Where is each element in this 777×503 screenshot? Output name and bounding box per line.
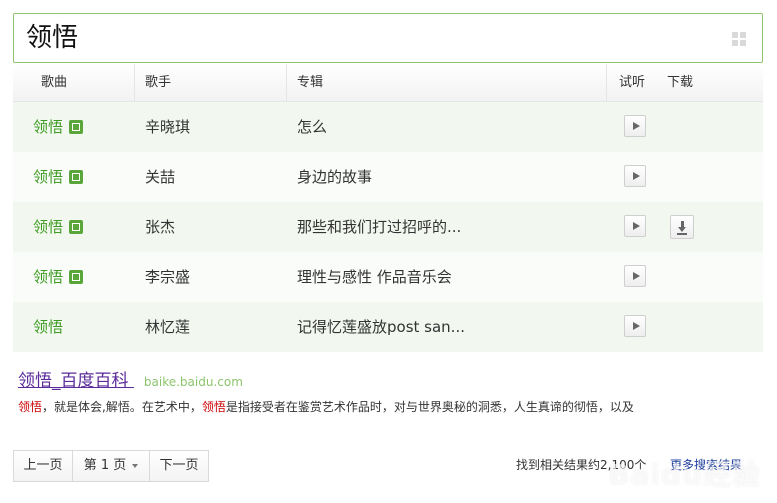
song-link[interactable]: 领悟 — [33, 302, 63, 352]
snippet-text: ，就是体会,解悟。在艺术中， — [42, 400, 202, 414]
prev-page-button[interactable]: 上一页 — [13, 450, 73, 482]
current-page-label: 第 1 页 — [83, 458, 127, 473]
table-row[interactable]: 领悟 李宗盛 理性与感性 作品音乐会 — [13, 252, 763, 302]
song-title: 领悟 — [33, 218, 64, 236]
album-name[interactable]: 理性与感性 作品音乐会 — [297, 252, 452, 302]
singer-name[interactable]: 辛晓琪 — [145, 102, 190, 152]
chevron-down-icon — [132, 463, 139, 468]
singer-name[interactable]: 张杰 — [145, 202, 175, 252]
play-button[interactable] — [624, 165, 646, 187]
album-name[interactable]: 记得忆莲盛放post san... — [297, 302, 465, 352]
table-row[interactable]: 领悟 林忆莲 记得忆莲盛放post san... — [13, 302, 763, 352]
singer-name[interactable]: 林忆莲 — [145, 302, 190, 352]
baike-title-suffix: _百度百科 — [52, 371, 129, 391]
album-name[interactable]: 身边的故事 — [297, 152, 372, 202]
download-icon — [677, 233, 687, 235]
album-name[interactable]: 那些和我们打过招呼的... — [297, 202, 461, 252]
snippet-keyword: 领悟 — [18, 400, 43, 414]
current-page-button[interactable]: 第 1 页 — [72, 450, 150, 482]
song-link[interactable]: 领悟 — [33, 152, 84, 202]
song-link[interactable]: 领悟 — [33, 102, 84, 152]
pager: 上一页 第 1 页 下一页 — [13, 450, 209, 482]
baike-result: 领悟_百度百科 baike.baidu.com 领悟，就是体会,解悟。在艺术中，… — [18, 369, 758, 415]
play-button[interactable] — [624, 215, 646, 237]
baike-domain: baike.baidu.com — [143, 375, 243, 389]
song-title: 领悟 — [33, 168, 64, 186]
singer-name[interactable]: 李宗盛 — [145, 252, 190, 302]
snippet-text: 是指接受者在鉴赏艺术作品时，对与世界奥秘的洞悉，人生真谛的彻悟，以及 — [225, 400, 634, 414]
header-download: 下载 — [667, 75, 694, 90]
song-link[interactable]: 领悟 — [33, 252, 84, 302]
mv-icon[interactable] — [69, 220, 84, 234]
song-link[interactable]: 领悟 — [33, 202, 84, 252]
grid-icon[interactable] — [732, 32, 746, 46]
baidu-watermark: Baidu经验 — [608, 458, 761, 491]
song-title: 领悟 — [33, 318, 64, 336]
download-button[interactable] — [670, 215, 694, 239]
play-button[interactable] — [624, 315, 646, 337]
music-results-table: 歌曲 歌手 专辑 试听 下载 领悟 辛晓琪 怎么 领悟 关喆 身边的故事 领悟 … — [13, 64, 763, 352]
song-title: 领悟 — [33, 268, 64, 286]
mv-icon[interactable] — [69, 270, 84, 284]
baike-title-keyword: 领悟 — [18, 371, 52, 391]
play-button[interactable] — [624, 115, 646, 137]
mv-icon[interactable] — [69, 170, 84, 184]
singer-name[interactable]: 关喆 — [145, 152, 175, 202]
header-song: 歌曲 — [41, 75, 68, 90]
header-album: 专辑 — [297, 75, 324, 90]
table-row[interactable]: 领悟 关喆 身边的故事 — [13, 152, 763, 202]
search-panel: 领悟 歌曲 歌手 专辑 试听 下载 领悟 辛晓琪 怎么 领悟 关喆 身边的故事 … — [0, 0, 777, 503]
table-row[interactable]: 领悟 辛晓琪 怎么 — [13, 102, 763, 152]
mv-icon[interactable] — [69, 120, 84, 134]
baike-snippet: 领悟，就是体会,解悟。在艺术中，领悟是指接受者在鉴赏艺术作品时，对与世界奥秘的洞… — [18, 399, 758, 415]
baike-title: 领悟_百度百科 baike.baidu.com — [18, 369, 758, 394]
play-button[interactable] — [624, 265, 646, 287]
table-header: 歌曲 歌手 专辑 试听 下载 — [13, 64, 763, 102]
search-input[interactable]: 领悟 — [13, 13, 763, 63]
header-singer: 歌手 — [145, 75, 172, 90]
search-query: 领悟 — [26, 23, 79, 53]
song-title: 领悟 — [33, 118, 64, 136]
table-row[interactable]: 领悟 张杰 那些和我们打过招呼的... — [13, 202, 763, 252]
snippet-keyword: 领悟 — [201, 400, 226, 414]
baike-link[interactable]: 领悟_百度百科 — [18, 371, 134, 391]
next-page-button[interactable]: 下一页 — [149, 450, 209, 482]
header-preview: 试听 — [619, 75, 646, 90]
album-name[interactable]: 怎么 — [297, 102, 327, 152]
